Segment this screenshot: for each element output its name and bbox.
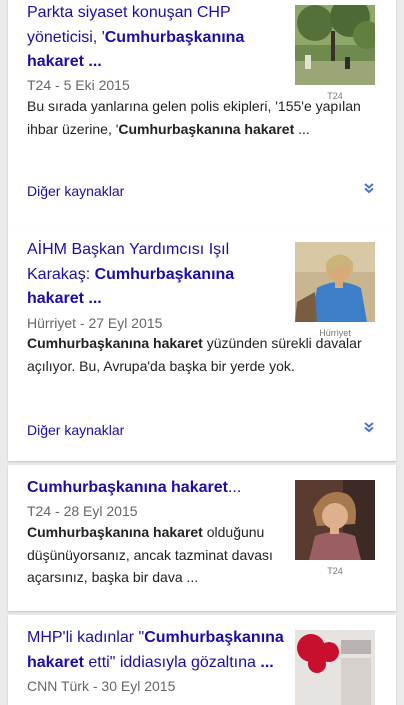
result-thumbnail-2[interactable]	[295, 242, 375, 322]
title-highlight-end: ...	[260, 653, 274, 671]
separator: -	[76, 315, 89, 331]
result-thumbnail-4[interactable]	[295, 630, 375, 705]
result-source-2: Hürriyet - 27 Eyl 2015	[27, 313, 277, 333]
separator: -	[51, 503, 64, 519]
result-date: 27 Eyl 2015	[88, 315, 163, 331]
thumbnail-caption-2: Hürriyet	[319, 328, 351, 338]
result-title-link-2[interactable]: AİHM Başkan Yardımcısı Işıl Karakaş: Cum…	[27, 238, 267, 312]
title-text: MHP'li kadınlar "	[27, 629, 145, 646]
source-name: T24	[27, 503, 52, 519]
result-snippet-1: Bu sırada yanlarına gelen polis ekipleri…	[27, 95, 385, 140]
result-snippet-3: Cumhurbaşkanına hakaret olduğunu düşünüy…	[27, 521, 292, 589]
snippet-text-end: ...	[294, 120, 310, 137]
thumbnail-caption-3: T24	[327, 566, 343, 576]
result-date: 28 Eyl 2015	[63, 503, 138, 519]
result-card-4: MHP'li kadınlar "Cumhurbaşkanına hakaret…	[8, 615, 396, 705]
result-source-3: T24 - 28 Eyl 2015	[27, 501, 277, 521]
separator: -	[51, 77, 64, 93]
result-source-4: CNN Türk - 30 Eyl 2015	[27, 676, 277, 696]
result-date: 30 Eyl 2015	[101, 678, 176, 694]
snippet-highlight: Cumhurbaşkanına hakaret	[27, 524, 203, 540]
snippet-highlight: Cumhurbaşkanına hakaret	[118, 120, 295, 137]
title-highlight: Cumhurbaşkanına hakaret	[27, 479, 228, 496]
more-sources-link-2[interactable]: Diğer kaynaklar	[27, 422, 124, 438]
result-thumbnail-3[interactable]	[295, 480, 375, 560]
result-title-link-3[interactable]: Cumhurbaşkanına hakaret...	[27, 476, 267, 501]
result-snippet-2: Cumhurbaşkanına hakaret yüzünden sürekli…	[27, 332, 385, 377]
separator: -	[88, 678, 102, 694]
title-text: ...	[227, 479, 242, 496]
title-text-end: etti" iddiasıyla gözaltına	[83, 653, 261, 671]
result-card-3: Cumhurbaşkanına hakaret... T24 - 28 Eyl …	[8, 465, 396, 611]
result-source-1: T24 - 5 Eki 2015	[27, 75, 277, 95]
result-thumbnail-1[interactable]	[295, 5, 375, 85]
expand-chevron-icon[interactable]	[362, 181, 376, 195]
result-card-1: Parkta siyaset konuşan CHP yöneticisi, '…	[8, 0, 396, 227]
result-title-link-4[interactable]: MHP'li kadınlar "Cumhurbaşkanına hakaret…	[27, 626, 289, 675]
snippet-highlight: Cumhurbaşkanına hakaret	[27, 335, 203, 351]
result-card-2: AİHM Başkan Yardımcısı Işıl Karakaş: Cum…	[8, 227, 396, 461]
more-sources-link-1[interactable]: Diğer kaynaklar	[27, 183, 124, 199]
result-date: 5 Eki 2015	[63, 77, 130, 93]
expand-chevron-icon[interactable]	[362, 420, 376, 434]
result-title-link-1[interactable]: Parkta siyaset konuşan CHP yöneticisi, '…	[27, 1, 267, 75]
source-name: Hürriyet	[27, 315, 77, 331]
source-name: T24	[27, 77, 52, 93]
thumbnail-caption-1: T24	[327, 91, 343, 101]
source-name: CNN Türk	[27, 678, 89, 694]
